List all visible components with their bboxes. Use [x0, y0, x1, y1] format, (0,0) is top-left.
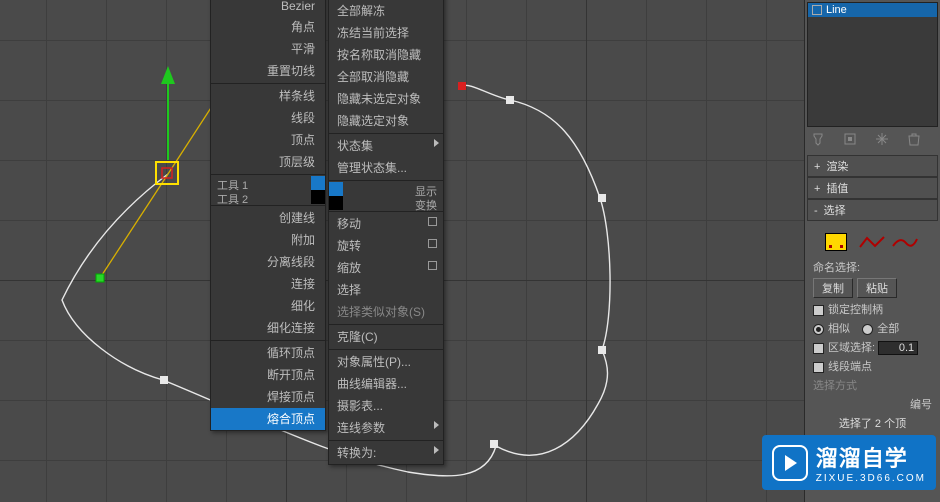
mi-scale[interactable]: 缩放 [329, 257, 443, 279]
make-unique-icon[interactable] [875, 131, 889, 147]
mi-connect[interactable]: 连接 [211, 273, 325, 295]
first-vertex[interactable] [458, 82, 466, 90]
rollout-interp[interactable]: 插值 [807, 177, 938, 199]
tools2-row: 工具 2 [211, 190, 325, 204]
separator [211, 174, 325, 175]
segment-end-checkbox[interactable] [813, 362, 824, 373]
mi-refine[interactable]: 细化 [211, 295, 325, 317]
mi-cycle-vertex[interactable]: 循环顶点 [211, 342, 325, 364]
stack-toolbar [807, 131, 938, 147]
mi-fuse-vertex[interactable]: 熔合顶点 [211, 408, 325, 430]
mi-weld-vertex[interactable]: 焊接顶点 [211, 386, 325, 408]
mi-hide-unselected[interactable]: 隐藏未选定对象 [329, 88, 443, 110]
mi-select[interactable]: 选择 [329, 279, 443, 301]
transform-row: 变换 [329, 196, 443, 210]
mi-clone[interactable]: 克隆(C) [329, 326, 443, 348]
context-menu-left[interactable]: Bezier 角点 Bezier 角点 平滑 重置切线 样条线 线段 顶点✓ 顶… [210, 0, 326, 431]
context-menu-right[interactable]: 结束隔离 全部解冻 冻结当前选择 按名称取消隐藏 全部取消隐藏 隐藏未选定对象 … [328, 0, 444, 465]
mi-object-props[interactable]: 对象属性(P)... [329, 351, 443, 373]
mi-rotate[interactable]: 旋转 [329, 235, 443, 257]
modifier-stack[interactable]: Line [807, 2, 938, 127]
similar-radio[interactable] [813, 324, 824, 335]
remove-modifier-icon[interactable] [907, 131, 921, 147]
area-select-checkbox[interactable] [813, 343, 824, 354]
mi-wire-params[interactable]: 连线参数 [329, 417, 443, 439]
separator [211, 205, 325, 206]
mi-manage-state-sets[interactable]: 管理状态集... [329, 157, 443, 179]
display-row: 显示 [329, 182, 443, 196]
mi-state-sets[interactable]: 状态集 [329, 135, 443, 157]
spline-subobj-icon[interactable] [892, 235, 918, 249]
mi-convert-to[interactable]: 转换为: [329, 442, 443, 464]
play-icon [772, 445, 808, 481]
mi-break-vertex[interactable]: 断开顶点 [211, 364, 325, 386]
swatch-blue[interactable] [329, 182, 343, 196]
rollout-selection[interactable]: 选择 [807, 199, 938, 221]
mi-smooth[interactable]: 平滑 [211, 38, 325, 60]
lock-handles-checkbox[interactable] [813, 305, 824, 316]
mi-freeze-sel[interactable]: 冻结当前选择 [329, 22, 443, 44]
handle-endpoint[interactable] [96, 274, 104, 282]
mi-detach-segment[interactable]: 分离线段 [211, 251, 325, 273]
mi-refine-connect[interactable]: 细化连接 [211, 317, 325, 339]
selection-section: 命名选择: 复制 粘贴 锁定控制柄 相似 全部 区域选择: 0.1 线段端点 选… [809, 225, 936, 438]
chevron-right-icon [434, 446, 439, 454]
selection-status: 选择了 2 个顶 [813, 415, 932, 431]
named-selections-label: 命名选择: [813, 259, 932, 275]
modifier-item-line[interactable]: Line [808, 3, 937, 17]
mi-unhide-by-name[interactable]: 按名称取消隐藏 [329, 44, 443, 66]
rollout-render[interactable]: 渲染 [807, 155, 938, 177]
separator [211, 83, 325, 84]
mi-select-similar[interactable]: 选择类似对象(S) [329, 301, 443, 323]
mi-unfreeze-all[interactable]: 全部解冻 [329, 0, 443, 22]
lock-handles-label: 锁定控制柄 [828, 304, 883, 316]
segment-subobj-icon[interactable] [859, 235, 885, 249]
tools1-row: 工具 1 [211, 176, 325, 190]
swatch-black[interactable] [311, 190, 325, 204]
area-select-value[interactable]: 0.1 [878, 341, 918, 355]
watermark-logo: 溜溜自学 ZIXUE.3D66.COM [762, 435, 936, 490]
mi-reset-tangent[interactable]: 重置切线 [211, 60, 325, 82]
mi-dope-sheet[interactable]: 摄影表... [329, 395, 443, 417]
vertex-subobj-icon[interactable] [825, 233, 847, 251]
command-panel[interactable]: Line 渲染 插值 选择 命名选择: 复制 粘贴 锁定控制柄 相似 全部 区域… [804, 0, 940, 502]
swatch-black[interactable] [329, 196, 343, 210]
mi-move[interactable]: 移动 [329, 213, 443, 235]
copy-button[interactable]: 复制 [813, 278, 853, 298]
show-end-result-icon[interactable] [843, 131, 857, 147]
mi-attach[interactable]: 附加 [211, 229, 325, 251]
separator [211, 340, 325, 341]
chevron-right-icon [434, 139, 439, 147]
tangent-handle-out[interactable] [100, 174, 168, 278]
pin-stack-icon[interactable] [811, 131, 825, 147]
mi-hide-selected[interactable]: 隐藏选定对象 [329, 110, 443, 132]
mi-bezier[interactable]: Bezier [211, 0, 325, 16]
mi-corner[interactable]: 角点 [211, 16, 325, 38]
mi-top-level[interactable]: 顶层级 [211, 151, 325, 173]
mi-vertex[interactable]: 顶点✓ [211, 129, 325, 151]
mi-spline[interactable]: 样条线 [211, 85, 325, 107]
mi-curve-editor[interactable]: 曲线编辑器... [329, 373, 443, 395]
all-radio[interactable] [862, 324, 873, 335]
swatch-blue[interactable] [311, 176, 325, 190]
mi-create-line[interactable]: 创建线 [211, 207, 325, 229]
mi-unhide-all[interactable]: 全部取消隐藏 [329, 66, 443, 88]
mi-segment[interactable]: 线段 [211, 107, 325, 129]
paste-button[interactable]: 粘贴 [857, 278, 897, 298]
selected-vertex[interactable] [156, 162, 178, 184]
chevron-right-icon [434, 421, 439, 429]
